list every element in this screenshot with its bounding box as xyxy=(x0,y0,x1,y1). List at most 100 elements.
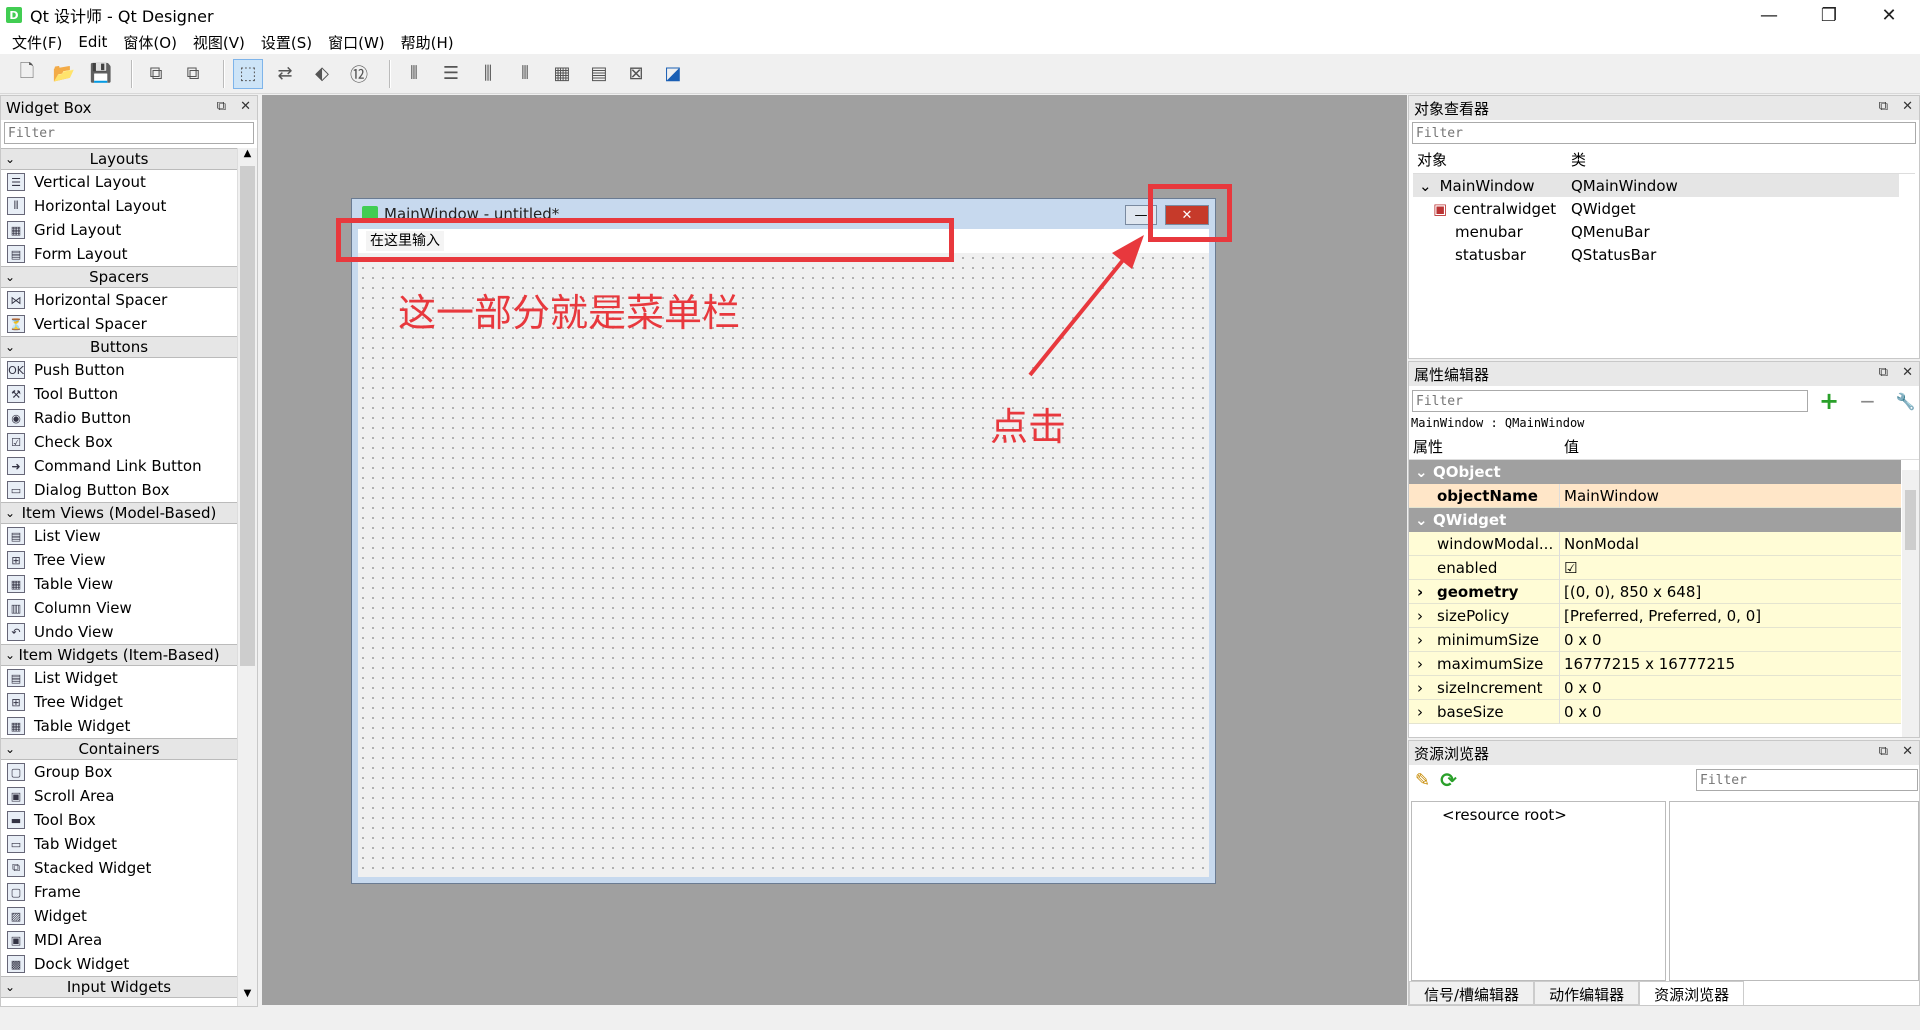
widget-item-table-view[interactable]: ▦ Table View xyxy=(1,572,237,596)
save-icon[interactable]: 💾 xyxy=(86,59,116,89)
category-item-widgets-item-based[interactable]: ⌄ Item Widgets (Item-Based) xyxy=(1,644,237,666)
widget-item-command-link-button[interactable]: ➜ Command Link Button xyxy=(1,454,237,478)
object-row-centralwidget[interactable]: ▣ centralwidget QWidget xyxy=(1413,197,1899,220)
menu-help[interactable]: 帮助(H) xyxy=(393,32,462,53)
property-row-minimumsize[interactable]: › minimumSize 0 x 0 xyxy=(1409,627,1901,652)
widget-item-frame[interactable]: ▢ Frame xyxy=(1,880,237,904)
float-icon[interactable]: ⧉ xyxy=(217,99,226,114)
widget-item-stacked-widget[interactable]: ⧉ Stacked Widget xyxy=(1,856,237,880)
widget-item-check-box[interactable]: ☑ Check Box xyxy=(1,430,237,454)
open-folder-icon[interactable]: 📂 xyxy=(49,59,79,89)
object-row-statusbar[interactable]: statusbar QStatusBar xyxy=(1413,243,1899,266)
object-inspector-filter-input[interactable] xyxy=(1412,122,1916,144)
widget-item-widget[interactable]: ▨ Widget xyxy=(1,904,237,928)
new-file-icon[interactable]: 🗋 xyxy=(12,59,42,89)
edit-buddies-icon[interactable]: ⬖ xyxy=(307,59,337,89)
property-row-sizeincrement[interactable]: › sizeIncrement 0 x 0 xyxy=(1409,675,1901,700)
layout-grid-icon[interactable]: ▦ xyxy=(547,59,577,89)
property-row-windowmodal[interactable]: windowModal... NonModal xyxy=(1409,531,1901,556)
float-icon[interactable]: ⧉ xyxy=(1879,99,1888,114)
float-icon[interactable]: ⧉ xyxy=(1879,365,1888,380)
widget-box-scrollbar[interactable]: ▲ ▼ xyxy=(237,148,257,1006)
chevron-right-icon[interactable]: › xyxy=(1417,676,1423,700)
property-value[interactable]: [(0, 0), 850 x 648] xyxy=(1560,583,1701,601)
close-icon[interactable]: ✕ xyxy=(1902,365,1913,380)
chevron-right-icon[interactable]: › xyxy=(1417,700,1423,724)
widget-item-form-layout[interactable]: ▤ Form Layout xyxy=(1,242,237,266)
category-containers[interactable]: ⌄ Containers xyxy=(1,738,237,760)
property-value[interactable]: MainWindow xyxy=(1560,487,1659,505)
category-input-widgets[interactable]: ⌄ Input Widgets xyxy=(1,976,237,998)
property-row-basesize[interactable]: › baseSize 0 x 0 xyxy=(1409,699,1901,724)
float-icon[interactable]: ⧉ xyxy=(1879,744,1888,759)
widget-item-tool-button[interactable]: ⚒ Tool Button xyxy=(1,382,237,406)
close-button[interactable]: ✕ xyxy=(1860,0,1918,30)
property-value[interactable]: ☑ xyxy=(1560,559,1577,577)
group-qobject[interactable]: ⌄ QObject xyxy=(1409,460,1901,484)
property-value[interactable]: 16777215 x 16777215 xyxy=(1560,655,1735,673)
chevron-right-icon[interactable]: › xyxy=(1417,652,1423,676)
property-row-maximumsize[interactable]: › maximumSize 16777215 x 16777215 xyxy=(1409,651,1901,676)
widget-item-vertical-layout[interactable]: ☰ Vertical Layout xyxy=(1,170,237,194)
layout-form-icon[interactable]: ▤ xyxy=(584,59,614,89)
property-row-sizepolicy[interactable]: › sizePolicy [Preferred, Preferred, 0, 0] xyxy=(1409,603,1901,628)
property-value[interactable]: [Preferred, Preferred, 0, 0] xyxy=(1560,607,1761,625)
adjust-size-icon[interactable]: ◪ xyxy=(658,59,688,89)
widget-item-undo-view[interactable]: ↶ Undo View xyxy=(1,620,237,644)
close-icon[interactable]: ✕ xyxy=(240,99,251,114)
layout-horizontal-splitter-icon[interactable]: ⫼ xyxy=(473,59,503,89)
layout-horizontal-icon[interactable]: ⦀ xyxy=(399,59,429,89)
widget-item-tree-widget[interactable]: ⊞ Tree Widget xyxy=(1,690,237,714)
remove-property-icon[interactable]: − xyxy=(1859,389,1876,413)
property-row-geometry[interactable]: › geometry [(0, 0), 850 x 648] xyxy=(1409,579,1901,604)
property-editor-filter-input[interactable] xyxy=(1412,390,1808,412)
menu-window[interactable]: 窗口(W) xyxy=(320,32,393,53)
menu-edit[interactable]: Edit xyxy=(70,33,115,51)
object-row-menubar[interactable]: menubar QMenuBar xyxy=(1413,220,1899,243)
widget-item-horizontal-spacer[interactable]: ⋈ Horizontal Spacer xyxy=(1,288,237,312)
break-layout-icon[interactable]: ⊠ xyxy=(621,59,651,89)
widget-item-tool-box[interactable]: ▬ Tool Box xyxy=(1,808,237,832)
menu-view[interactable]: 视图(V) xyxy=(185,32,253,53)
widget-box-filter-input[interactable] xyxy=(4,122,254,144)
widget-item-tree-view[interactable]: ⊞ Tree View xyxy=(1,548,237,572)
menu-file[interactable]: 文件(F) xyxy=(4,32,70,53)
resource-root[interactable]: <resource root> xyxy=(1412,802,1665,824)
category-buttons[interactable]: ⌄ Buttons xyxy=(1,336,237,358)
send-to-back-icon[interactable]: ⧉ xyxy=(141,59,171,89)
widget-item-radio-button[interactable]: ◉ Radio Button xyxy=(1,406,237,430)
chevron-right-icon[interactable]: › xyxy=(1417,580,1423,604)
widget-item-group-box[interactable]: ▢ Group Box xyxy=(1,760,237,784)
edit-tab-order-icon[interactable]: ⑫ xyxy=(344,59,374,89)
widget-item-dock-widget[interactable]: ▩ Dock Widget xyxy=(1,952,237,976)
property-value[interactable]: 0 x 0 xyxy=(1560,679,1602,697)
property-value[interactable]: 0 x 0 xyxy=(1560,703,1602,721)
category-spacers[interactable]: ⌄ Spacers xyxy=(1,266,237,288)
chevron-right-icon[interactable]: › xyxy=(1417,604,1423,628)
restore-button[interactable]: ❐ xyxy=(1800,0,1858,30)
layout-vertical-splitter-icon[interactable]: ⫴ xyxy=(510,59,540,89)
widget-item-scroll-area[interactable]: ▣ Scroll Area xyxy=(1,784,237,808)
resource-filter-input[interactable] xyxy=(1696,769,1918,791)
widget-item-grid-layout[interactable]: ▦ Grid Layout xyxy=(1,218,237,242)
category-item-views-model-based[interactable]: ⌄ Item Views (Model-Based) xyxy=(1,502,237,524)
chevron-down-icon[interactable]: ⌄ xyxy=(1419,177,1432,195)
close-icon[interactable]: ✕ xyxy=(1902,99,1913,114)
object-row-mainwindow[interactable]: ⌄ MainWindow QMainWindow xyxy=(1413,174,1899,197)
widget-item-column-view[interactable]: ▥ Column View xyxy=(1,596,237,620)
reload-icon[interactable]: ⟳ xyxy=(1440,768,1457,792)
widget-item-dialog-button-box[interactable]: ▭ Dialog Button Box xyxy=(1,478,237,502)
tab-resource-browser[interactable]: 资源浏览器 xyxy=(1639,981,1745,1005)
bring-to-front-icon[interactable]: ⧉ xyxy=(178,59,208,89)
widget-item-tab-widget[interactable]: ▭ Tab Widget xyxy=(1,832,237,856)
layout-vertical-icon[interactable]: ☰ xyxy=(436,59,466,89)
tab-action-editor[interactable]: 动作编辑器 xyxy=(1534,981,1640,1005)
widget-item-table-widget[interactable]: ▦ Table Widget xyxy=(1,714,237,738)
category-layouts[interactable]: ⌄ Layouts xyxy=(1,148,237,170)
edit-widgets-icon[interactable]: ⬚ xyxy=(233,58,263,89)
widget-item-mdi-area[interactable]: ▣ MDI Area xyxy=(1,928,237,952)
widget-item-push-button[interactable]: OK Push Button xyxy=(1,358,237,382)
tab-signal-slot-editor[interactable]: 信号/槽编辑器 xyxy=(1409,981,1535,1005)
menu-form[interactable]: 窗体(O) xyxy=(115,32,185,53)
chevron-right-icon[interactable]: › xyxy=(1417,628,1423,652)
